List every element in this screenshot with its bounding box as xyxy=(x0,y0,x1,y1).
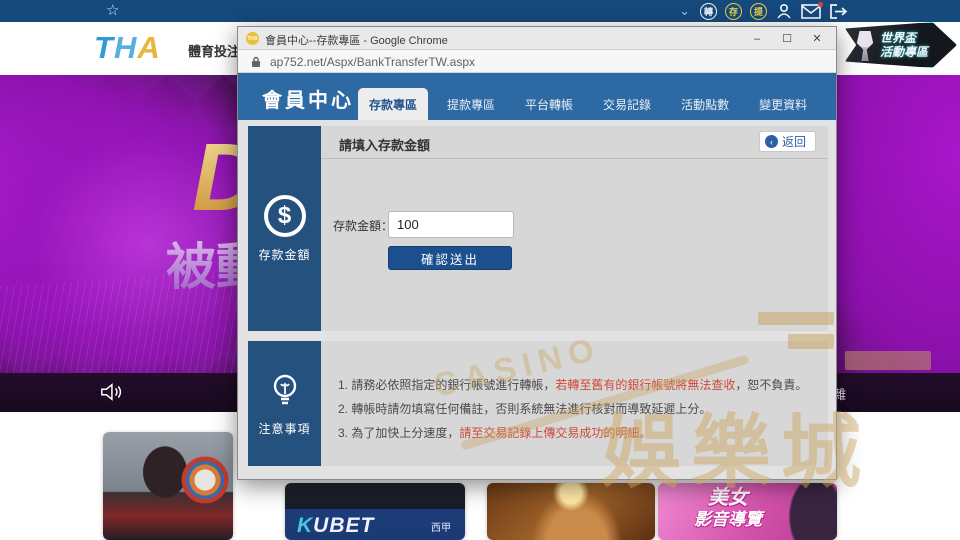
note-item-2: 2. 轉帳時請勿填寫任何備註，否則系統無法進行核對而導致延遲上分。 xyxy=(338,402,712,416)
promo-card-golden[interactable] xyxy=(487,483,655,540)
member-center-header: 會員中心 存款專區 提款專區 平台轉帳 交易記錄 活動點數 變更資料 xyxy=(238,73,836,120)
speaker-icon[interactable] xyxy=(100,382,122,402)
window-controls: – ☐ ✕ xyxy=(742,27,832,50)
window-title: 會員中心--存款專區 - Google Chrome xyxy=(265,35,448,47)
url-text: ap752.net/Aspx/BankTransferTW.aspx xyxy=(270,55,475,69)
profile-icon[interactable] xyxy=(775,2,793,20)
nav-item-sports[interactable]: 體育投注 xyxy=(188,41,240,60)
deposit-sidebar-label: 存款金額 xyxy=(258,247,311,262)
tab-activity-points[interactable]: 活動點數 xyxy=(670,88,740,120)
note-item-1: 1. 請務必依照指定的銀行帳號進行轉帳，若轉至舊有的銀行帳號將無法查收，恕不負責… xyxy=(338,378,808,392)
deposit-main: 請填入存款金額 ‹ 返回 存款金額： 確認送出 xyxy=(321,126,828,331)
amount-field-label: 存款金額： xyxy=(333,219,394,233)
tab-change-profile[interactable]: 變更資料 xyxy=(748,88,818,120)
transfer-icon[interactable]: 轉 xyxy=(700,2,717,20)
maximize-button[interactable]: ☐ xyxy=(772,27,802,50)
minimize-button[interactable]: – xyxy=(742,27,772,50)
tab-withdraw[interactable]: 提款專區 xyxy=(436,88,506,120)
tab-transaction-history[interactable]: 交易記錄 xyxy=(592,88,662,120)
address-bar[interactable]: ap752.net/Aspx/BankTransferTW.aspx xyxy=(238,50,836,73)
notes-section: 注意事項 1. 請務必依照指定的銀行帳號進行轉帳，若轉至舊有的銀行帳號將無法查收… xyxy=(248,341,828,466)
close-button[interactable]: ✕ xyxy=(802,27,832,50)
chevron-down-icon[interactable]: ⌄ xyxy=(679,3,690,19)
dollar-icon: $ xyxy=(263,194,306,237)
favorite-star-icon[interactable]: ☆ xyxy=(106,1,119,19)
favicon-icon: THA xyxy=(246,32,259,45)
notes-main: 1. 請務必依照指定的銀行帳號進行轉帳，若轉至舊有的銀行帳號將無法查收，恕不負責… xyxy=(321,341,828,466)
account-icon-row: ⌄ 轉 存 提 xyxy=(679,0,848,22)
mail-icon[interactable] xyxy=(801,1,823,19)
deposit-icon[interactable]: 存 xyxy=(725,2,742,20)
site-logo[interactable]: THA xyxy=(94,30,161,66)
back-button[interactable]: ‹ 返回 xyxy=(758,131,816,152)
deposit-sidebar: $ 存款金額 xyxy=(248,126,321,331)
deposit-section-title: 請填入存款金額 xyxy=(339,138,431,153)
beauty-card-title: 美女 影音導覽 xyxy=(694,487,762,529)
withdraw-icon[interactable]: 提 xyxy=(750,2,767,20)
tab-deposit[interactable]: 存款專區 xyxy=(358,88,429,120)
promo-card-girl-soccer[interactable] xyxy=(103,432,233,540)
unread-dot xyxy=(818,1,823,7)
member-tabs: 存款專區 提款專區 平台轉帳 交易記錄 活動點數 變更資料 xyxy=(358,88,818,120)
member-center-title: 會員中心 xyxy=(262,90,354,112)
top-navigation-bar: ☆ ⌄ 轉 存 提 xyxy=(0,0,960,22)
promo-card-kubet[interactable]: KUBET 西甲 xyxy=(285,483,465,540)
notes-sidebar: 注意事項 xyxy=(248,341,321,466)
deposit-section-header: 請填入存款金額 ‹ 返回 xyxy=(321,126,828,159)
promo-card-beauty-video[interactable]: 美女 影音導覽 xyxy=(658,483,837,540)
trophy-icon xyxy=(856,31,874,61)
kubet-logo: KUBET xyxy=(297,514,375,537)
note-item-3: 3. 為了加快上分速度，請至交易記錄上傳交易成功的明細。 xyxy=(338,426,652,440)
back-arrow-icon: ‹ xyxy=(764,135,778,148)
logout-icon[interactable] xyxy=(829,3,848,20)
member-center-popup-window: THA 會員中心--存款專區 - Google Chrome – ☐ ✕ ap7… xyxy=(237,26,837,480)
notes-sidebar-label: 注意事項 xyxy=(258,421,311,436)
lock-icon xyxy=(252,56,260,67)
confirm-submit-button[interactable]: 確認送出 xyxy=(388,246,512,270)
tab-platform-transfer[interactable]: 平台轉帳 xyxy=(514,88,584,120)
amount-input[interactable] xyxy=(388,211,514,238)
kubet-tag: 西甲 xyxy=(431,523,451,534)
lightbulb-icon xyxy=(273,374,296,404)
window-titlebar: THA 會員中心--存款專區 - Google Chrome – ☐ ✕ xyxy=(238,27,836,50)
deposit-section: $ 存款金額 請填入存款金額 ‹ 返回 存款金額： 確認送出 xyxy=(248,126,828,331)
